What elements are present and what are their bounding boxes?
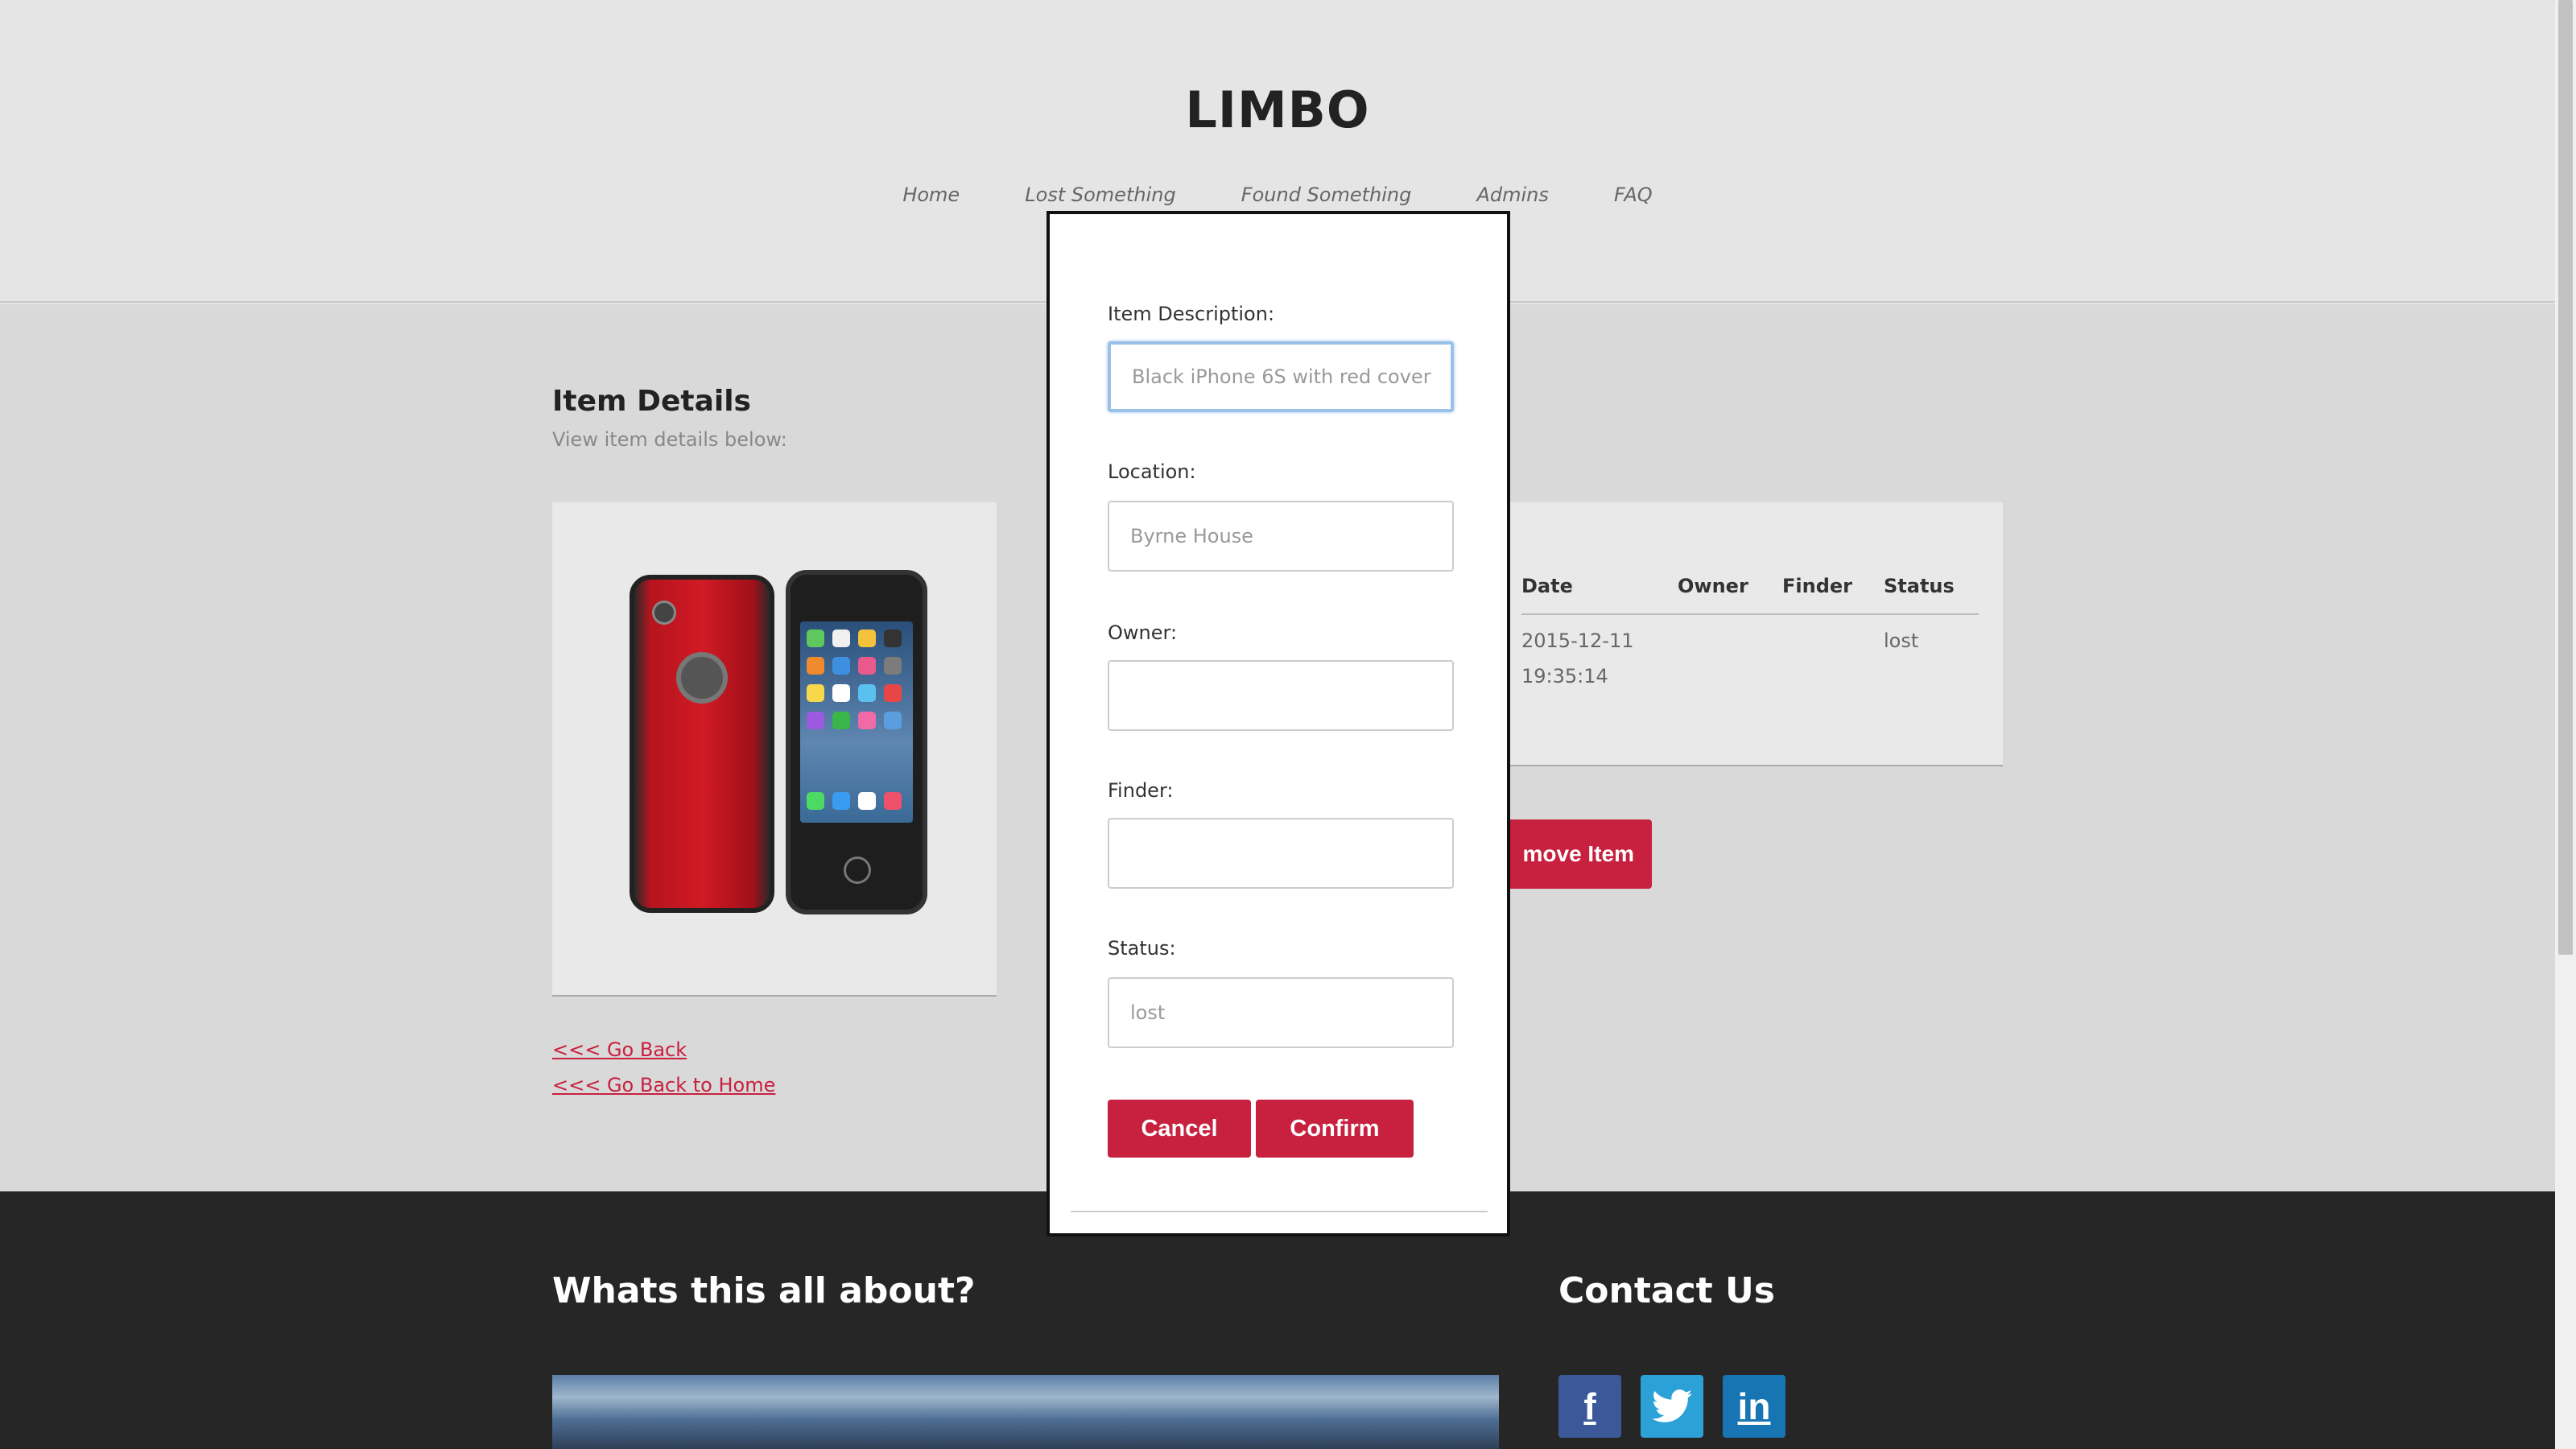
- item-details-subtitle: View item details below:: [552, 428, 787, 451]
- cancel-button[interactable]: Cancel: [1108, 1100, 1251, 1158]
- linkedin-icon[interactable]: in: [1723, 1375, 1785, 1438]
- edit-item-modal: Item Description: Location: Owner: Finde…: [1046, 211, 1510, 1236]
- location-input[interactable]: [1108, 501, 1454, 572]
- page-scrollbar[interactable]: [2555, 0, 2576, 1449]
- nav-lost-something[interactable]: Lost Something: [1025, 184, 1175, 206]
- table-header-finder: Finder: [1782, 575, 1852, 597]
- page: LIMBO Home Lost Something Found Somethin…: [0, 0, 2555, 1449]
- go-back-link[interactable]: <<< Go Back: [552, 1038, 687, 1061]
- nav-faq[interactable]: FAQ: [1614, 184, 1653, 206]
- confirm-button[interactable]: Confirm: [1256, 1100, 1414, 1158]
- table-cell-date: 2015-12-11 19:35:14: [1521, 630, 1634, 687]
- footer-contact-title: Contact Us: [1558, 1270, 1775, 1311]
- item-description-input[interactable]: [1108, 341, 1454, 412]
- nav-admins[interactable]: Admins: [1476, 184, 1548, 206]
- owner-input[interactable]: [1108, 660, 1454, 731]
- scrollbar-thumb[interactable]: [2558, 0, 2573, 955]
- item-description-label: Item Description:: [1108, 303, 1275, 325]
- facebook-icon[interactable]: f: [1558, 1375, 1621, 1438]
- modal-divider: [1071, 1211, 1488, 1212]
- site-title: LIMBO: [1185, 80, 1370, 139]
- owner-label: Owner:: [1108, 621, 1178, 644]
- finder-label: Finder:: [1108, 779, 1174, 802]
- item-details-table: Date Owner Finder Status 2015-12-11 19:3…: [1505, 502, 2003, 766]
- table-header-owner: Owner: [1678, 575, 1748, 597]
- main-nav: Home Lost Something Found Something Admi…: [0, 184, 2555, 206]
- table-cell-status: lost: [1884, 630, 1919, 652]
- go-back-home-link[interactable]: <<< Go Back to Home: [552, 1074, 775, 1096]
- phone-back-image: [630, 575, 774, 913]
- footer-landscape-image: [552, 1375, 1499, 1449]
- table-header-status: Status: [1884, 575, 1955, 597]
- status-label: Status:: [1108, 937, 1176, 960]
- twitter-icon[interactable]: [1641, 1375, 1703, 1438]
- status-input[interactable]: [1108, 977, 1454, 1048]
- nav-home[interactable]: Home: [902, 184, 960, 206]
- phone-front-image: [786, 570, 927, 914]
- footer-about-title: Whats this all about?: [552, 1270, 976, 1311]
- nav-found-something[interactable]: Found Something: [1241, 184, 1412, 206]
- location-label: Location:: [1108, 460, 1196, 483]
- item-image-panel: [552, 502, 997, 997]
- finder-input[interactable]: [1108, 818, 1454, 889]
- table-header-date: Date: [1521, 575, 1573, 597]
- item-details-title: Item Details: [552, 385, 751, 418]
